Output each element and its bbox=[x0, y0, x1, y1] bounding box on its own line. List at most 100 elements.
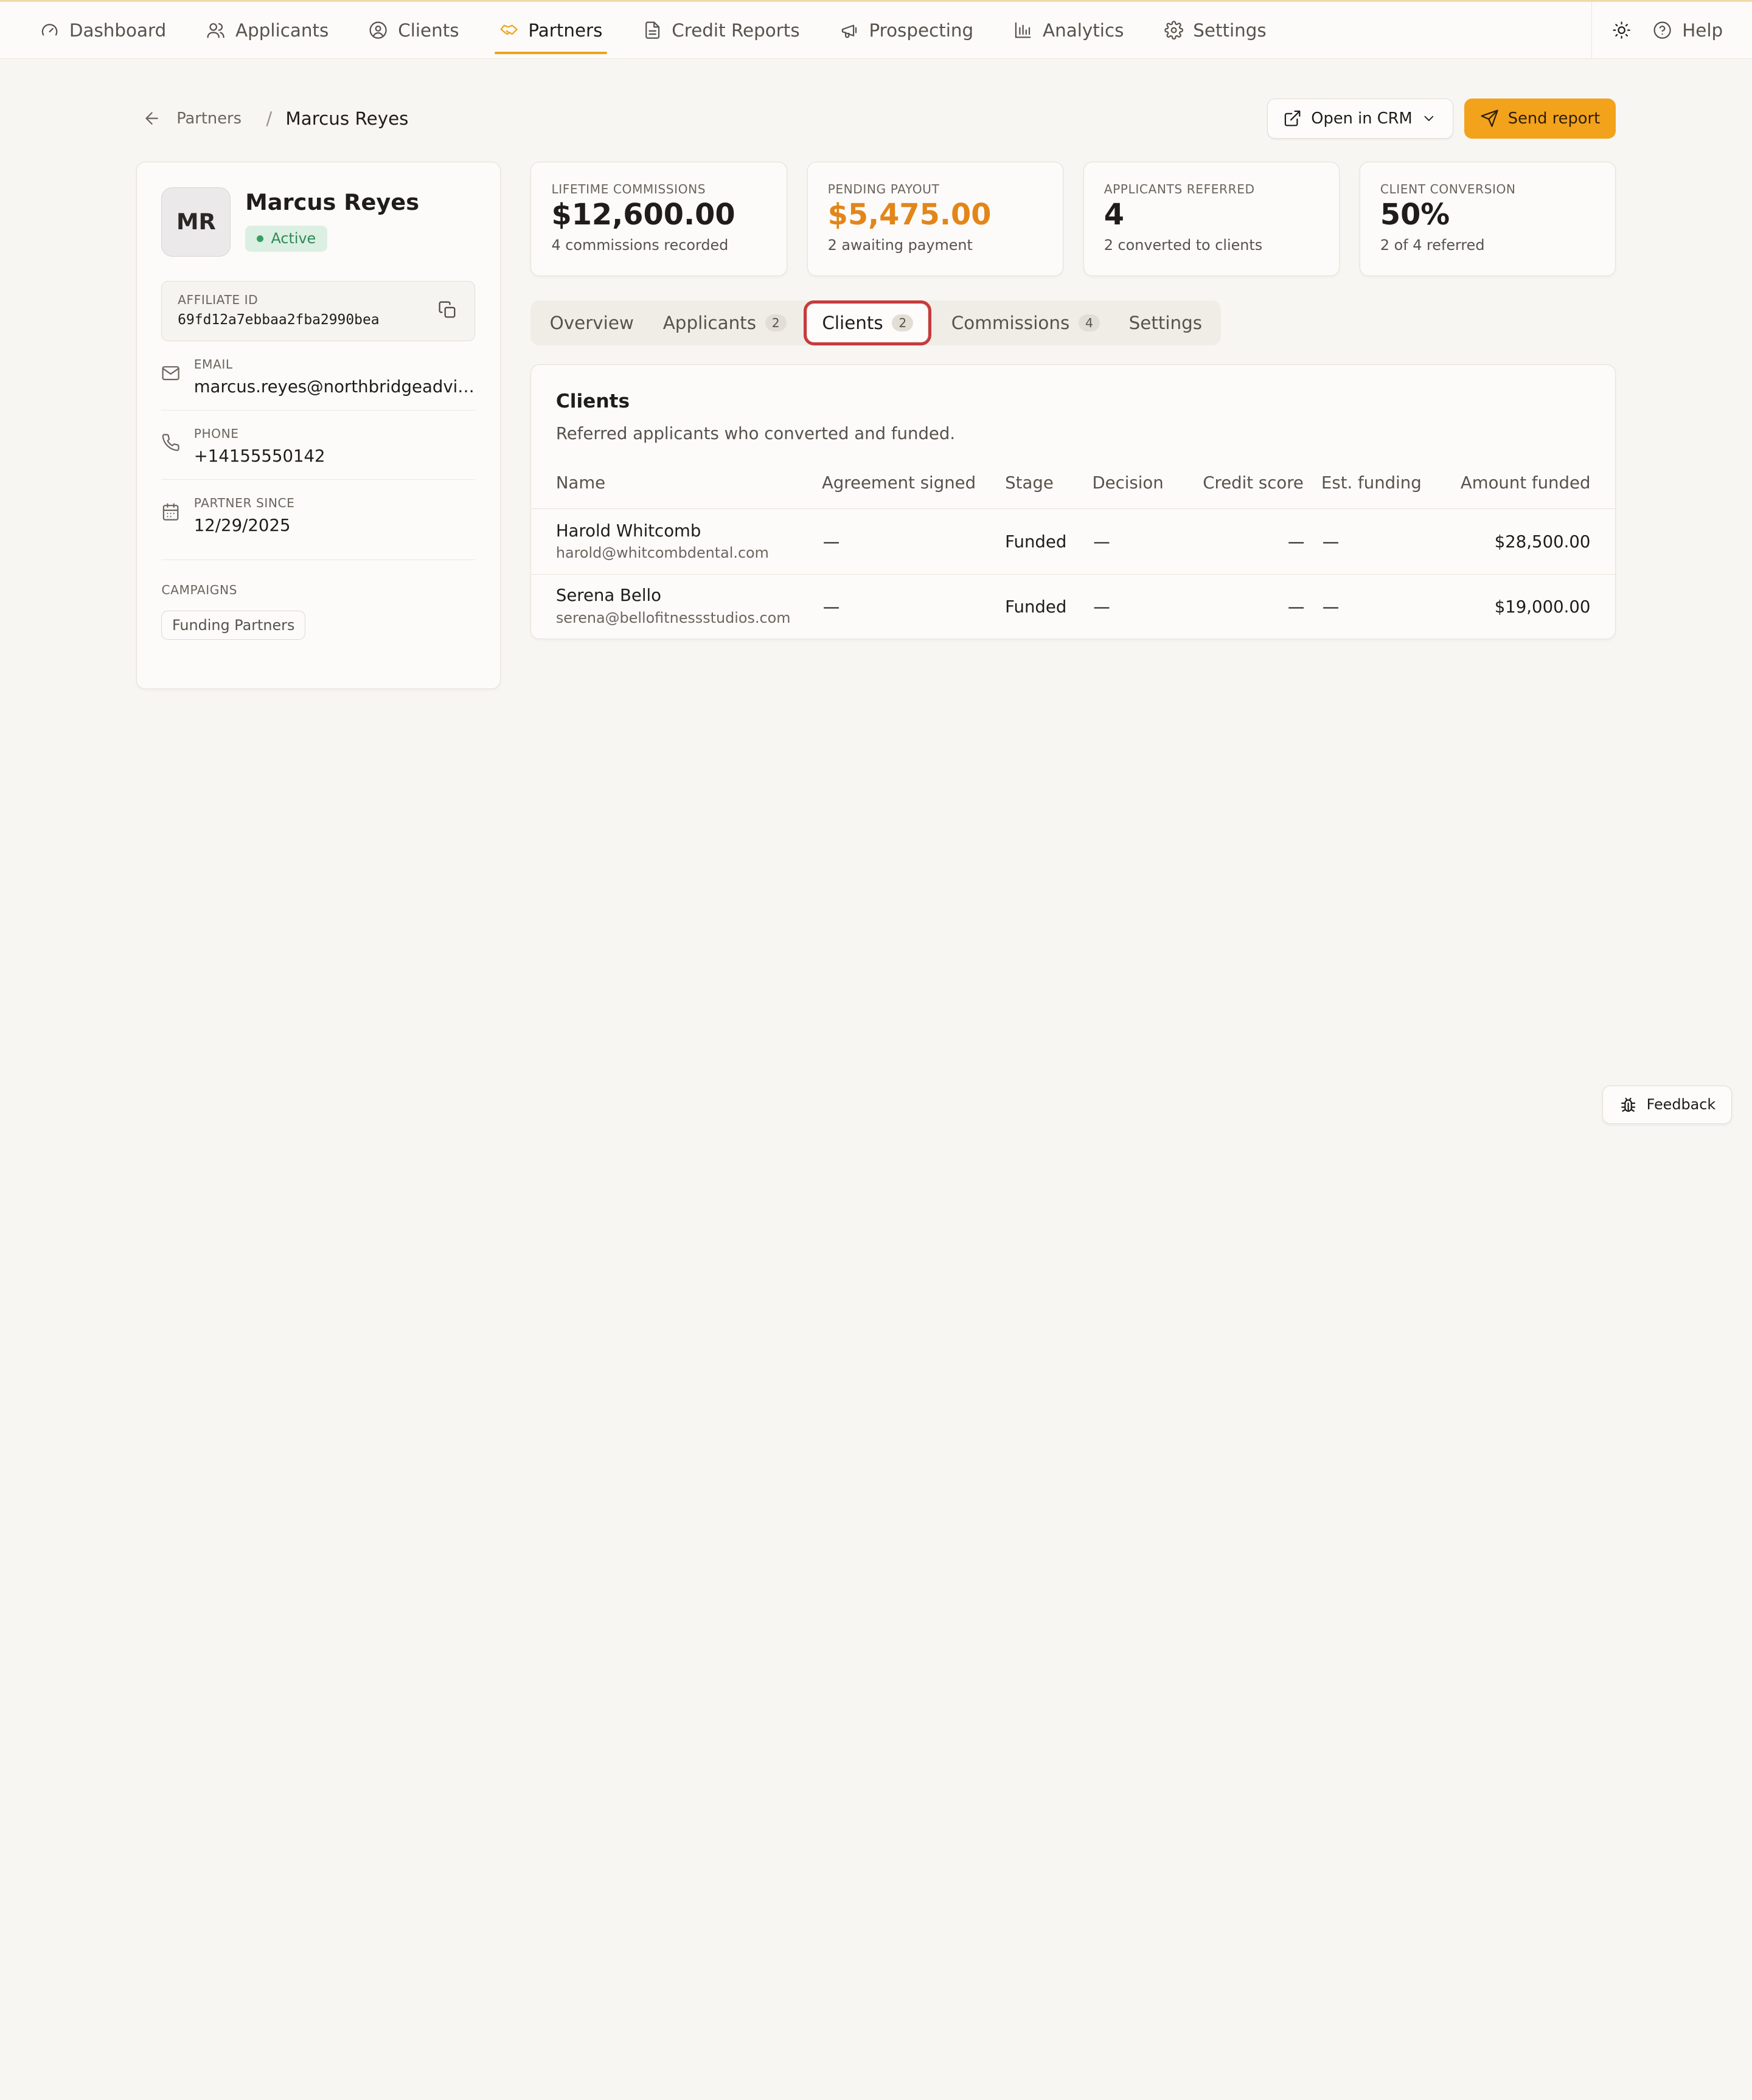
agreement-cell: — bbox=[822, 597, 840, 617]
table-row[interactable]: Serena Bello serena@bellofitnessstudios.… bbox=[531, 575, 1615, 640]
sun-icon[interactable] bbox=[1612, 21, 1631, 40]
header-row: Partners / Marcus Reyes Open in CRM Send… bbox=[139, 98, 1616, 139]
stat-sub: 2 awaiting payment bbox=[827, 236, 973, 254]
stat-label: PENDING PAYOUT bbox=[827, 181, 940, 196]
handshake-icon bbox=[500, 24, 518, 35]
stat-sub: 2 converted to clients bbox=[1104, 236, 1263, 254]
clients-title: Clients bbox=[555, 390, 630, 412]
send-report-button[interactable]: Send report bbox=[1464, 98, 1616, 139]
stat-label: APPLICANTS REFERRED bbox=[1104, 181, 1255, 196]
feedback-label: Feedback bbox=[1646, 1096, 1716, 1114]
column-header[interactable]: Est. funding bbox=[1321, 473, 1422, 493]
nav-label: Applicants bbox=[235, 19, 329, 41]
top-nav: Dashboard Applicants Clients Partners Cr… bbox=[0, 0, 1752, 60]
email-label: EMAIL bbox=[193, 356, 233, 372]
stat-lifetime-commissions: LIFETIME COMMISSIONS $12,600.00 4 commis… bbox=[530, 162, 787, 276]
nav-item-dashboard[interactable]: Dashboard bbox=[31, 2, 175, 58]
nav-label: Partners bbox=[528, 19, 603, 41]
file-icon bbox=[645, 21, 659, 39]
breadcrumb-parent[interactable]: Partners bbox=[176, 109, 242, 128]
email-value[interactable]: marcus.reyes@northbridgeadvisors.com bbox=[194, 377, 477, 397]
nav-label: Clients bbox=[398, 19, 459, 41]
client-email: serena@bellofitnessstudios.com bbox=[555, 609, 791, 626]
campaign-chip[interactable]: Funding Partners bbox=[161, 611, 305, 640]
tab-commissions[interactable]: Commissions 4 bbox=[937, 304, 1114, 342]
tab-count: 2 bbox=[892, 314, 914, 331]
partner-since-value: 12/29/2025 bbox=[193, 515, 291, 535]
tab-bar: Overview Applicants 2 Clients 2 Commissi… bbox=[530, 299, 1222, 346]
tab-label: Commissions bbox=[951, 312, 1070, 333]
tab-label: Overview bbox=[549, 312, 634, 333]
phone-icon bbox=[162, 434, 180, 451]
nav-item-credit-reports[interactable]: Credit Reports bbox=[634, 2, 808, 58]
tab-overview[interactable]: Overview bbox=[535, 304, 648, 342]
phone-value[interactable]: +14155550142 bbox=[194, 446, 477, 466]
external-link-icon bbox=[1285, 110, 1301, 126]
arrow-left-icon bbox=[145, 112, 158, 125]
crm-label: Open in CRM bbox=[1311, 109, 1413, 128]
stat-pending-payout: PENDING PAYOUT $5,475.00 2 awaiting paym… bbox=[807, 162, 1063, 276]
column-header[interactable]: Amount funded bbox=[1461, 473, 1591, 493]
table-row[interactable]: Harold Whitcomb harold@whitcombdental.co… bbox=[531, 510, 1615, 575]
tab-clients[interactable]: Clients 2 bbox=[803, 299, 932, 346]
decision-cell: — bbox=[1093, 532, 1110, 552]
client-email: harold@whitcombdental.com bbox=[555, 544, 769, 562]
page: Dashboard Applicants Clients Partners Cr… bbox=[0, 0, 1752, 1144]
stat-value: $5,475.00 bbox=[827, 198, 992, 232]
stage-cell: Funded bbox=[1005, 597, 1067, 617]
est-funding-cell: — bbox=[1322, 597, 1340, 617]
client-name[interactable]: Serena Bello bbox=[556, 586, 661, 605]
status-label: Active bbox=[271, 230, 316, 248]
nav-label: Prospecting bbox=[869, 19, 974, 41]
column-header[interactable]: Stage bbox=[1005, 473, 1054, 493]
column-header[interactable]: Decision bbox=[1092, 473, 1163, 493]
status-badge: Active bbox=[245, 225, 327, 252]
send-label: Send report bbox=[1507, 109, 1601, 128]
avatar: MR bbox=[161, 187, 231, 257]
column-header[interactable]: Credit score bbox=[1203, 473, 1304, 493]
back-button[interactable] bbox=[139, 105, 165, 132]
tab-count: 4 bbox=[1078, 314, 1100, 331]
campaigns-label: CAMPAIGNS bbox=[161, 582, 237, 597]
client-name[interactable]: Harold Whitcomb bbox=[556, 521, 701, 541]
copy-button[interactable] bbox=[438, 300, 457, 319]
calendar-icon bbox=[163, 503, 179, 521]
campaigns-section: CAMPAIGNS Funding Partners bbox=[161, 560, 475, 640]
bar-chart-icon bbox=[1015, 22, 1031, 38]
tab-settings[interactable]: Settings bbox=[1114, 304, 1217, 342]
nav-label: Dashboard bbox=[69, 19, 167, 41]
partner-since-row: PARTNER SINCE 12/29/2025 bbox=[161, 480, 476, 561]
tab-count: 2 bbox=[765, 314, 787, 331]
stat-value: $12,600.00 bbox=[551, 198, 735, 232]
nav-item-prospecting[interactable]: Prospecting bbox=[831, 2, 982, 58]
column-header[interactable]: Name bbox=[556, 473, 605, 493]
stage-cell: Funded bbox=[1005, 532, 1067, 552]
amount-funded-cell: $19,000.00 bbox=[1494, 597, 1591, 617]
column-header[interactable]: Agreement signed bbox=[822, 473, 976, 493]
nav-item-clients[interactable]: Clients bbox=[360, 2, 468, 58]
help-link[interactable]: Help bbox=[1653, 20, 1723, 41]
mail-icon bbox=[162, 366, 180, 381]
agreement-cell: — bbox=[822, 532, 840, 552]
email-row: EMAIL marcus.reyes@northbridgeadvisors.c… bbox=[161, 341, 477, 411]
open-in-crm-button[interactable]: Open in CRM bbox=[1267, 98, 1453, 139]
partner-name: Marcus Reyes bbox=[245, 189, 420, 216]
bug-icon bbox=[1621, 1097, 1635, 1112]
clients-card: Clients Referred applicants who converte… bbox=[530, 364, 1616, 640]
nav-item-analytics[interactable]: Analytics bbox=[1005, 2, 1133, 58]
gauge-icon bbox=[41, 24, 58, 36]
nav-item-partners[interactable]: Partners bbox=[490, 2, 611, 58]
affiliate-id-value: 69fd12a7ebbaa2fba2990bea bbox=[178, 311, 380, 328]
stat-applicants-referred: APPLICANTS REFERRED 4 2 converted to cli… bbox=[1083, 162, 1340, 276]
phone-row: PHONE +14155550142 bbox=[161, 411, 477, 480]
tab-label: Clients bbox=[822, 312, 883, 333]
affiliate-id-label: AFFILIATE ID bbox=[178, 293, 259, 308]
stats-row: LIFETIME COMMISSIONS $12,600.00 4 commis… bbox=[530, 162, 1616, 276]
nav-item-applicants[interactable]: Applicants bbox=[198, 2, 338, 58]
tab-label: Applicants bbox=[662, 312, 757, 333]
nav-item-settings[interactable]: Settings bbox=[1155, 2, 1276, 58]
feedback-button[interactable]: Feedback bbox=[1602, 1086, 1732, 1124]
tab-applicants[interactable]: Applicants 2 bbox=[648, 304, 801, 342]
megaphone-icon bbox=[841, 24, 857, 38]
user-circle-icon bbox=[369, 21, 388, 39]
